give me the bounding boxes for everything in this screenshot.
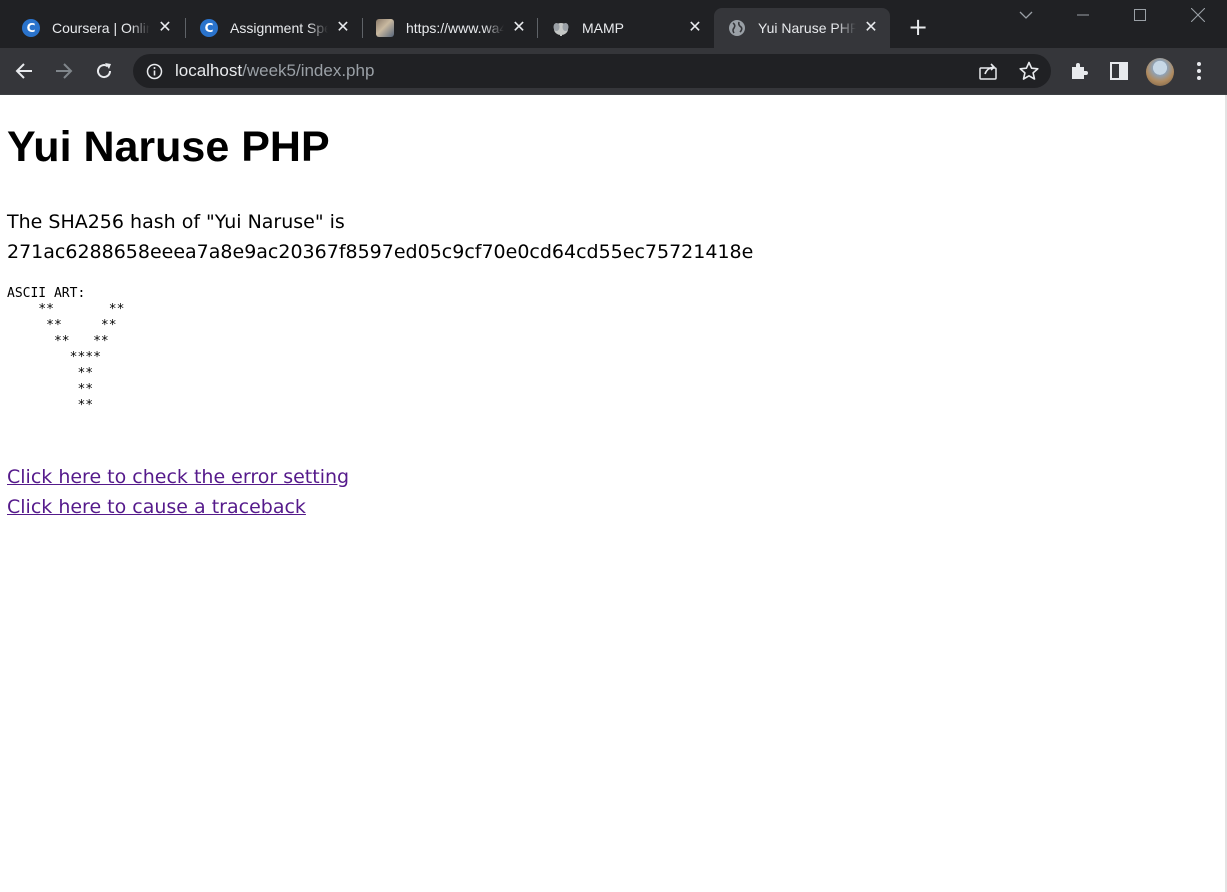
share-icon xyxy=(979,63,997,80)
reload-button[interactable] xyxy=(89,56,119,86)
more-vertical-icon xyxy=(1197,62,1201,80)
globe-icon xyxy=(728,19,746,37)
close-window-button[interactable] xyxy=(1175,0,1221,30)
tab-title: MAMP xyxy=(582,20,624,36)
forward-button[interactable] xyxy=(49,56,79,86)
tab-title: Coursera | Online Courses xyxy=(52,20,150,36)
page-title: Yui Naruse PHP xyxy=(7,123,330,171)
minimize-button[interactable] xyxy=(1060,0,1106,30)
toolbar-divider xyxy=(0,94,1227,95)
extensions-button[interactable] xyxy=(1064,56,1094,86)
tab-title: Assignment Specification xyxy=(230,20,328,36)
side-panel-button[interactable] xyxy=(1104,56,1134,86)
browser-toolbar: localhost/week5/index.php xyxy=(0,48,1227,94)
tab-mamp[interactable]: MAMP ✕ xyxy=(538,8,714,48)
mamp-icon xyxy=(552,19,570,37)
ascii-art-block: ASCII ART: ** ** ** ** ** ** **** ** ** … xyxy=(7,286,124,414)
tab-coursera[interactable]: C Coursera | Online Courses ✕ xyxy=(8,8,184,48)
maximize-icon xyxy=(1134,9,1146,21)
close-icon[interactable]: ✕ xyxy=(156,19,174,37)
share-button[interactable] xyxy=(974,56,1004,86)
back-arrow-icon xyxy=(15,63,32,79)
tab-wa4e[interactable]: https://www.wa4e.com ✕ xyxy=(362,8,538,48)
close-icon[interactable]: ✕ xyxy=(510,19,528,37)
coursera-icon: C xyxy=(200,19,218,37)
coursera-icon: C xyxy=(22,19,40,37)
menu-button[interactable] xyxy=(1184,56,1214,86)
cause-traceback-link[interactable]: Click here to cause a traceback xyxy=(7,492,349,522)
tab-title: Yui Naruse PHP xyxy=(758,20,856,36)
close-icon[interactable]: ✕ xyxy=(686,19,704,37)
tab-search-button[interactable] xyxy=(1003,0,1049,30)
image-icon xyxy=(376,19,394,37)
tab-strip: C Coursera | Online Courses ✕ C Assignme… xyxy=(0,0,1227,48)
ascii-art-label: ASCII ART: xyxy=(7,286,86,301)
check-error-setting-link[interactable]: Click here to check the error setting xyxy=(7,462,349,492)
url-host: localhost xyxy=(175,61,243,80)
puzzle-icon xyxy=(1072,63,1088,79)
tab-active[interactable]: Yui Naruse PHP ✕ xyxy=(714,8,890,48)
reload-icon xyxy=(97,63,112,79)
close-icon[interactable]: ✕ xyxy=(862,19,880,37)
star-icon xyxy=(1019,61,1039,80)
profile-avatar[interactable] xyxy=(1146,58,1174,86)
url-text[interactable]: localhost/week5/index.php xyxy=(175,61,374,81)
back-button[interactable] xyxy=(9,56,39,86)
close-icon[interactable]: ✕ xyxy=(334,19,352,37)
hash-value: 271ac6288658eeea7a8e9ac20367f8597ed05c9c… xyxy=(7,241,754,263)
close-icon xyxy=(1191,8,1205,22)
url-path: /week5/index.php xyxy=(242,61,375,80)
tab-title: https://www.wa4e.com xyxy=(406,20,504,36)
address-bar[interactable]: localhost/week5/index.php xyxy=(133,54,1051,88)
info-icon[interactable] xyxy=(145,62,163,80)
tab-assignment[interactable]: C Assignment Specification ✕ xyxy=(186,8,362,48)
links-section: Click here to check the error setting Cl… xyxy=(7,462,349,522)
side-panel-icon xyxy=(1110,62,1128,80)
forward-arrow-icon xyxy=(56,63,73,79)
ascii-art: ** ** ** ** ** ** **** ** ** ** xyxy=(38,302,125,413)
chevron-down-icon xyxy=(1019,11,1033,19)
new-tab-button[interactable]: + xyxy=(906,15,930,40)
maximize-button[interactable] xyxy=(1117,0,1163,30)
bookmark-button[interactable] xyxy=(1014,56,1044,86)
minimize-icon xyxy=(1077,14,1089,16)
hash-label: The SHA256 hash of "Yui Naruse" is xyxy=(7,211,345,233)
hash-paragraph: The SHA256 hash of "Yui Naruse" is 271ac… xyxy=(7,207,753,267)
